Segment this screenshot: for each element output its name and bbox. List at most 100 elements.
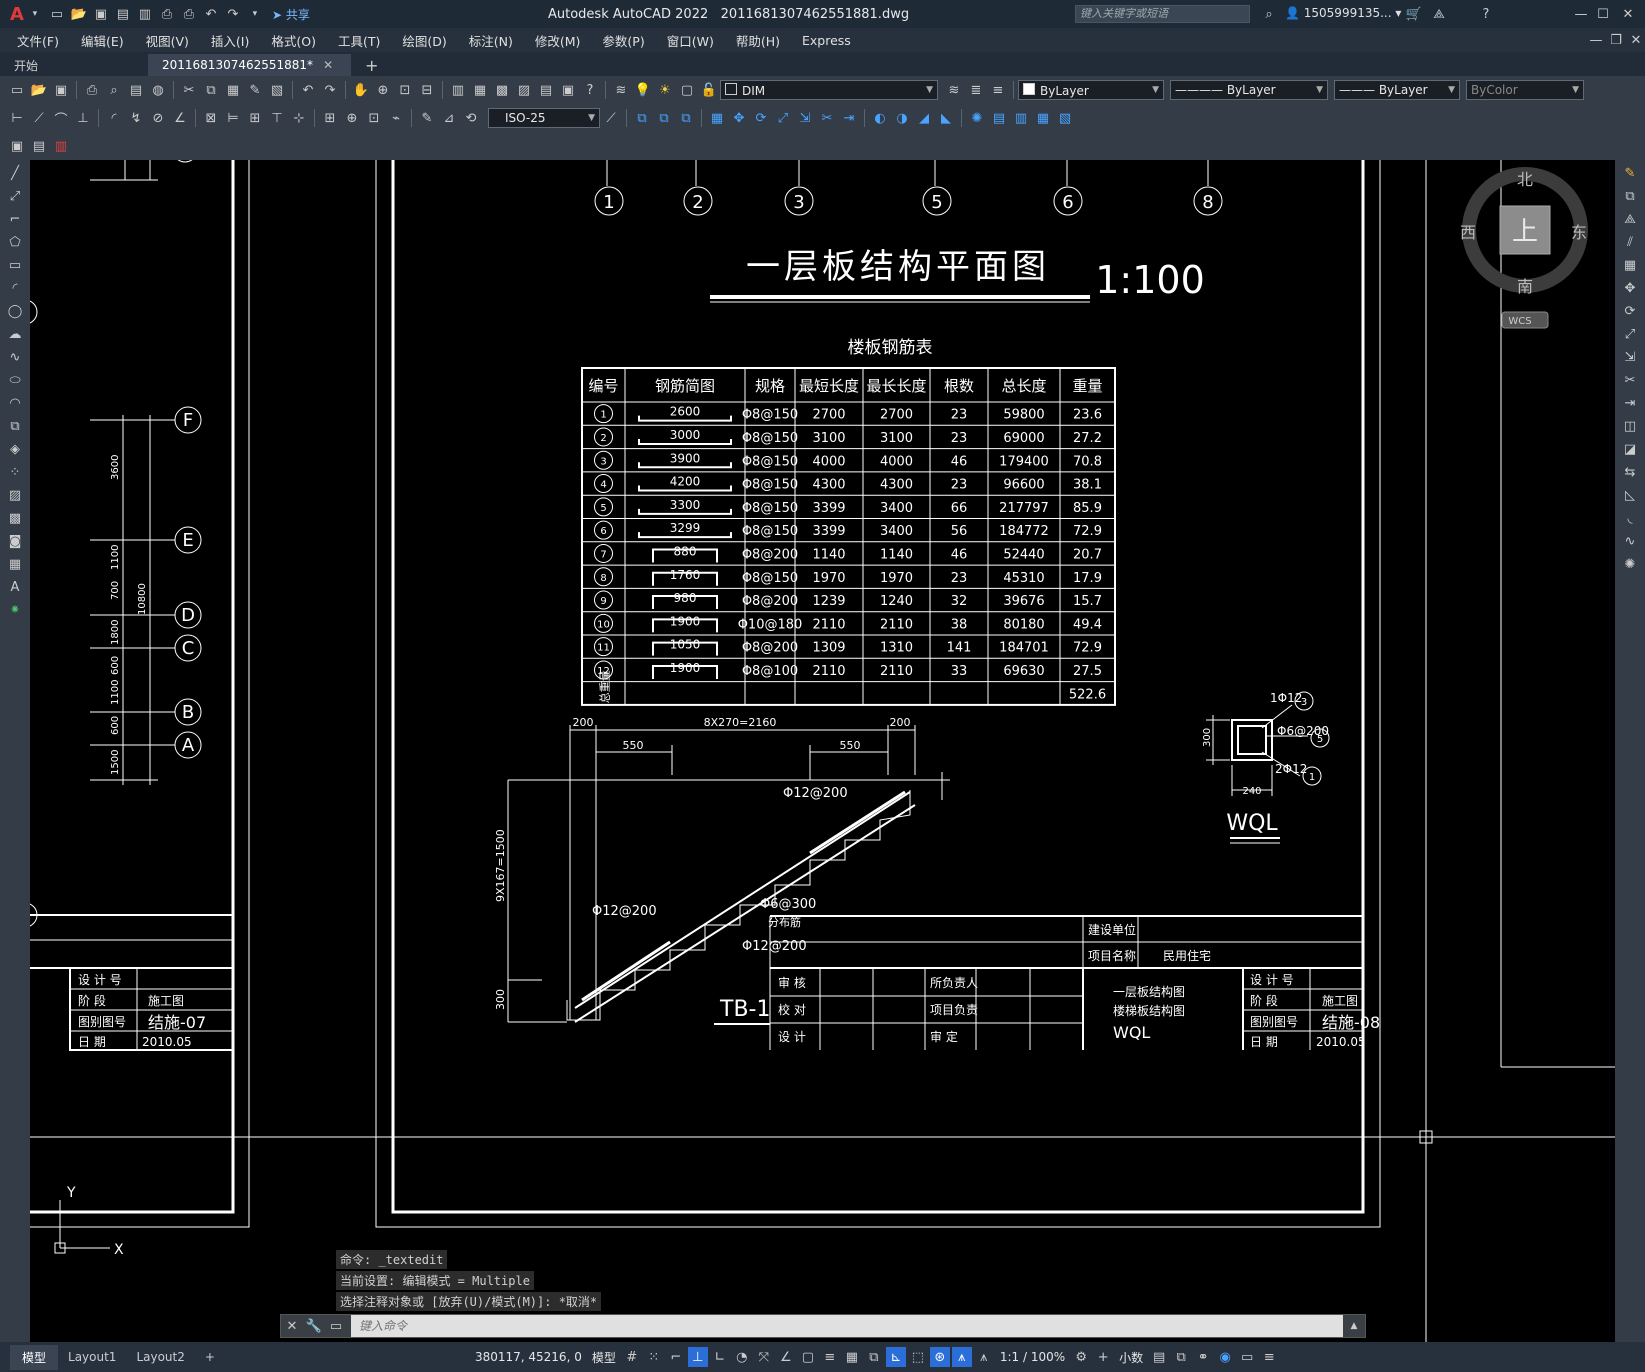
user-account[interactable]: 👤 1505999135... ▾ xyxy=(1285,6,1401,20)
design-center-icon[interactable]: ▦ xyxy=(470,80,490,100)
jogged-linear-icon[interactable]: ⌁ xyxy=(386,108,406,128)
layout-tab-layout2[interactable]: Layout2 xyxy=(126,1346,194,1368)
maximize-icon[interactable]: ☐ xyxy=(1593,4,1613,24)
doc-close-icon[interactable]: ✕ xyxy=(1626,30,1645,50)
arc-icon[interactable]: ◜ xyxy=(5,278,25,298)
plot-icon[interactable]: ⎙ xyxy=(82,80,102,100)
dim-edit-icon[interactable]: ✎ xyxy=(417,108,437,128)
calculator-icon[interactable]: ▣ xyxy=(558,80,578,100)
image-attach-icon[interactable]: ▤ xyxy=(29,136,49,156)
layout-tab-model[interactable]: 模型 xyxy=(10,1344,59,1370)
mirror-icon[interactable]: ⟁ xyxy=(1620,209,1640,229)
command-close-icon[interactable]: ✕ xyxy=(282,1316,302,1336)
selection-cycling-icon[interactable]: ▦ xyxy=(842,1347,862,1367)
center-mark-icon[interactable]: ⊕ xyxy=(342,108,362,128)
dim-text-edit-icon[interactable]: ⊿ xyxy=(439,108,459,128)
construction-line-icon[interactable]: ⤢ xyxy=(5,186,25,206)
add-annotation-icon[interactable]: + xyxy=(1093,1347,1113,1367)
layer-previous-icon[interactable]: ≣ xyxy=(966,80,986,100)
search-input[interactable]: 键入关键字或短语 xyxy=(1075,5,1250,23)
menu-insert[interactable]: 插入(I) xyxy=(200,31,260,50)
menu-modify[interactable]: 修改(M) xyxy=(524,31,592,50)
auto-scale-icon[interactable]: ⩚ xyxy=(974,1347,994,1367)
quick-properties-icon[interactable]: ▤ xyxy=(1149,1347,1169,1367)
sheet-set-icon[interactable]: ▨ xyxy=(514,80,534,100)
break-icon[interactable]: ◪ xyxy=(1620,439,1640,459)
menu-dimension[interactable]: 标注(N) xyxy=(458,31,524,50)
modify-move-icon[interactable]: ✥ xyxy=(729,108,749,128)
save-icon[interactable]: ▣ xyxy=(51,80,71,100)
tab-document[interactable]: 2011681307462551881* ✕ xyxy=(148,54,351,76)
copy-icon[interactable]: ⧉ xyxy=(1620,186,1640,206)
dim-style-icon[interactable]: ⟋ xyxy=(601,108,621,128)
array-icon[interactable]: ▦ xyxy=(1620,255,1640,275)
coordinates-readout[interactable]: 380117, 45216, 0 xyxy=(475,1350,582,1364)
pdf-import-icon[interactable]: ▥ xyxy=(51,136,71,156)
continue-dim-icon[interactable]: ⊞ xyxy=(245,108,265,128)
menu-parametric[interactable]: 参数(P) xyxy=(591,31,655,50)
annotation-visibility-icon[interactable]: ⩚ xyxy=(951,1347,972,1367)
ellipse-arc-icon[interactable]: ◠ xyxy=(5,393,25,413)
cut-icon[interactable]: ✂ xyxy=(179,80,199,100)
lineweight-icon[interactable]: ▢ xyxy=(798,1347,818,1367)
clean-screen-icon[interactable]: ▭ xyxy=(1237,1347,1257,1367)
join-icon[interactable]: ⇆ xyxy=(1620,462,1640,482)
help-icon[interactable]: ? xyxy=(1476,4,1496,24)
revcloud-icon[interactable]: ☁ xyxy=(5,324,25,344)
plotstyle-dropdown[interactable]: ByColor ▼ xyxy=(1466,80,1584,100)
menu-help[interactable]: 帮助(H) xyxy=(725,31,791,50)
a360-icon[interactable]: ⟁ xyxy=(1429,4,1449,24)
modify-offset-icon[interactable]: ⧉ xyxy=(676,108,696,128)
close-icon[interactable]: ✕ xyxy=(1618,4,1638,24)
modify-copy-icon[interactable]: ⧉ xyxy=(632,108,652,128)
redo-icon[interactable]: ↷ xyxy=(223,4,243,24)
save-icon[interactable]: ▣ xyxy=(91,4,111,24)
doc-minimize-icon[interactable]: — xyxy=(1586,30,1606,50)
chamfer-icon[interactable]: ◺ xyxy=(1620,485,1640,505)
modify-extend-icon[interactable]: ⇥ xyxy=(839,108,859,128)
markup-icon[interactable]: ▤ xyxy=(536,80,556,100)
gizmo-icon[interactable]: ⊛ xyxy=(929,1347,950,1367)
redo-icon[interactable]: ↷ xyxy=(320,80,340,100)
share-button[interactable]: ➤ 共享 xyxy=(272,6,310,23)
command-history-toggle-icon[interactable]: ▲ xyxy=(1344,1316,1364,1336)
blend-icon[interactable]: ∿ xyxy=(1620,531,1640,551)
drawing-svg[interactable]: 17600 1 2 3 5 6 8 一层板结构平面图 1:100 楼板钢筋表 编… xyxy=(30,160,1615,1342)
autocad-logo-icon[interactable]: A xyxy=(10,4,24,25)
menu-view[interactable]: 视图(V) xyxy=(135,31,200,50)
fillet-icon[interactable]: ◟ xyxy=(1620,508,1640,528)
menu-edit[interactable]: 编辑(E) xyxy=(70,31,135,50)
polyline-icon[interactable]: ⌐ xyxy=(5,209,25,229)
command-input[interactable] xyxy=(351,1315,1343,1337)
ellipse-icon[interactable]: ⬭ xyxy=(5,370,25,390)
linear-dim-icon[interactable]: ⊢ xyxy=(7,108,27,128)
open-icon[interactable]: 📂 xyxy=(29,80,49,100)
customize-status-icon[interactable]: ≡ xyxy=(1259,1347,1279,1367)
viewcube-north[interactable]: 北 xyxy=(1517,170,1533,189)
draworder-icon[interactable]: ▤ xyxy=(989,108,1009,128)
hatch-icon[interactable]: ▨ xyxy=(5,485,25,505)
customize-qat-icon[interactable]: ▾ xyxy=(245,4,265,24)
layout-tab-layout1[interactable]: Layout1 xyxy=(58,1346,126,1368)
dim-space-icon[interactable]: ⊤ xyxy=(267,108,287,128)
scale-icon[interactable]: ⤢ xyxy=(1620,324,1640,344)
match-properties-icon[interactable]: ✎ xyxy=(245,80,265,100)
offset-icon[interactable]: ⫽ xyxy=(1620,232,1640,252)
polygon-icon[interactable]: ⬠ xyxy=(5,232,25,252)
line-icon[interactable]: ╱ xyxy=(5,163,25,183)
arc-length-icon[interactable]: ⌒ xyxy=(51,108,71,128)
modify-trim-icon[interactable]: ✂ xyxy=(817,108,837,128)
modify-rotate-icon[interactable]: ⟳ xyxy=(751,108,771,128)
linetype-dropdown[interactable]: ———— ByLayer ▼ xyxy=(1170,80,1328,100)
make-current-layer-icon[interactable]: ≋ xyxy=(944,80,964,100)
open-file-icon[interactable]: 📂 xyxy=(69,4,89,24)
search-icon[interactable]: ⌕ xyxy=(1259,4,1279,24)
model-space-button[interactable]: 模型 xyxy=(592,1349,616,1366)
new-icon[interactable]: ▭ xyxy=(7,80,27,100)
plot-icon[interactable]: ⎙ xyxy=(157,4,177,24)
menu-draw[interactable]: 绘图(D) xyxy=(391,31,457,50)
copy-icon[interactable]: ⧉ xyxy=(201,80,221,100)
dimstyle-dropdown[interactable]: ISO-25 ▼ xyxy=(488,108,600,128)
jogged-dim-icon[interactable]: ↯ xyxy=(126,108,146,128)
zoom-realtime-icon[interactable]: ⊕ xyxy=(373,80,393,100)
